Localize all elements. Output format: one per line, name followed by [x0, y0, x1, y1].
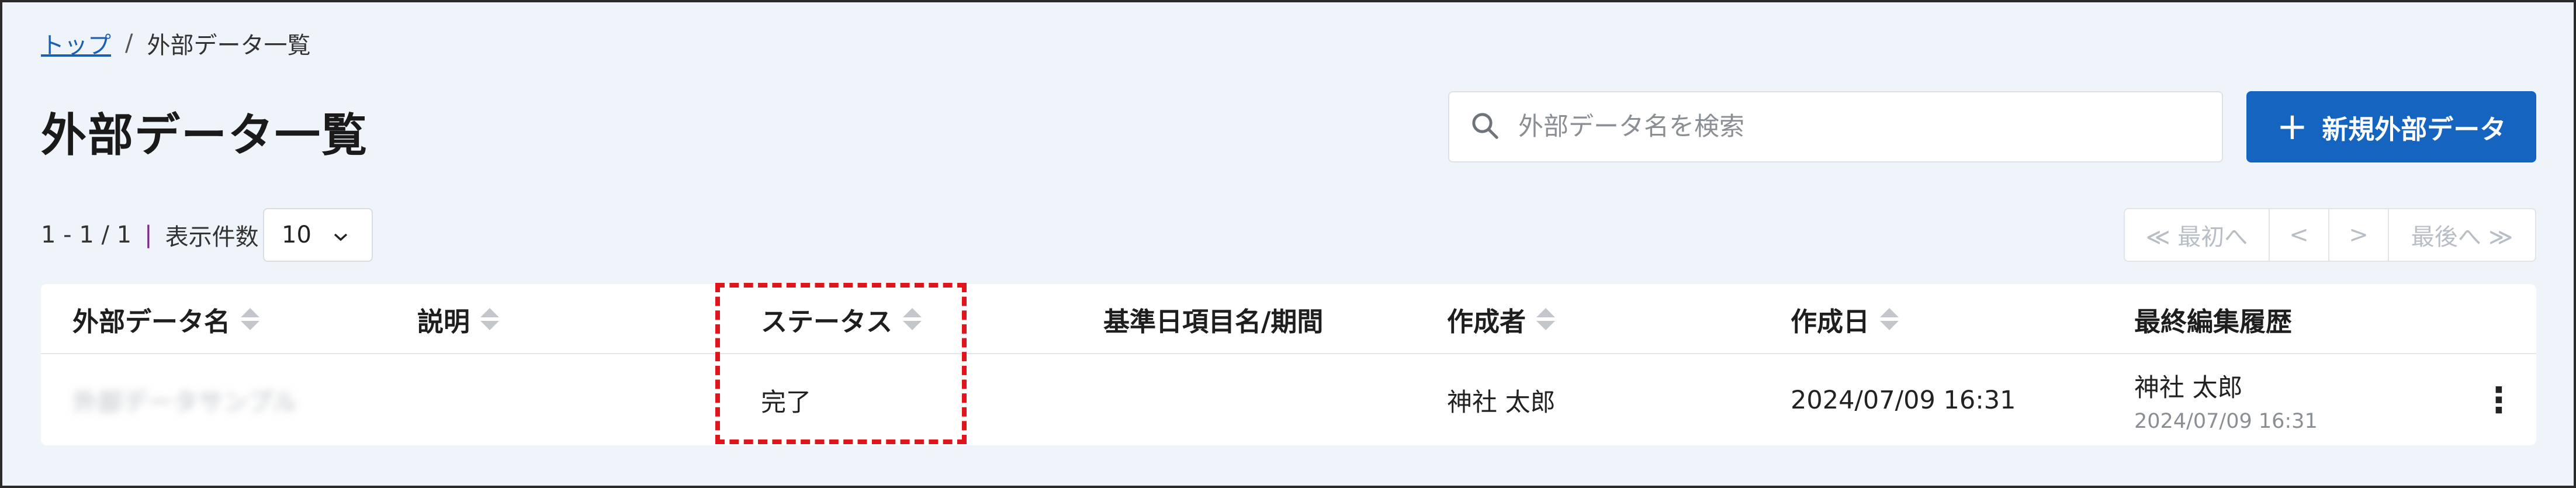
pagination: ≪ 最初へ < > 最後へ ≫: [2124, 208, 2536, 262]
page-size-select[interactable]: 10: [263, 208, 373, 262]
search-icon: [1469, 110, 1501, 144]
column-header-status[interactable]: ステータス: [761, 284, 922, 354]
external-data-table: 外部データ名 説明 ステータス 基準日項目名/期間 作成者 作成日 最終編集履歴…: [41, 284, 2536, 445]
sort-icon[interactable]: [480, 308, 500, 330]
table-row[interactable]: 外部データサンプル 完了 神社 太郎 2024/07/09 16:31 神社 太…: [41, 355, 2536, 445]
sort-icon[interactable]: [1880, 308, 1899, 330]
sort-icon[interactable]: [1536, 308, 1556, 330]
next-page-button[interactable]: >: [2329, 209, 2389, 261]
last-page-button[interactable]: 最後へ ≫: [2389, 209, 2535, 261]
cell-status: 完了: [761, 388, 811, 417]
page-size-label: 表示件数: [165, 224, 259, 251]
column-header-label: 説明: [417, 306, 470, 337]
last-edit-user: 神社 太郎: [2134, 373, 2243, 403]
column-header-created[interactable]: 作成日: [1791, 284, 1899, 354]
new-external-data-button[interactable]: + 新規外部データ: [2246, 91, 2536, 162]
column-header-label: 外部データ名: [72, 306, 231, 337]
prev-page-button[interactable]: <: [2270, 209, 2329, 261]
page-title: 外部データ一覧: [41, 109, 369, 162]
search-input[interactable]: [1518, 112, 2208, 141]
plus-icon: +: [2276, 105, 2308, 148]
column-header-label: 基準日項目名/期間: [1103, 306, 1324, 337]
cell-creator: 神社 太郎: [1447, 388, 1556, 417]
column-header-label: 作成日: [1791, 306, 1870, 337]
more-options-icon[interactable]: ⋮: [2481, 355, 2516, 445]
page-size-value: 10: [282, 221, 311, 248]
search-box[interactable]: [1448, 91, 2223, 162]
breadcrumb-home-link[interactable]: トップ: [41, 26, 111, 60]
new-button-label: 新規外部データ: [2322, 113, 2506, 145]
sort-icon[interactable]: [903, 308, 922, 330]
breadcrumb-current: 外部データ一覧: [147, 32, 311, 59]
column-header-label: 作成者: [1447, 306, 1526, 337]
column-header-last-edit: 最終編集履歴: [2134, 284, 2292, 354]
cell-created: 2024/07/09 16:31: [1791, 386, 2016, 415]
column-header-base-date: 基準日項目名/期間: [1103, 284, 1323, 354]
column-header-label: ステータス: [761, 306, 893, 337]
column-header-name[interactable]: 外部データ名: [72, 284, 260, 354]
chevron-down-icon: [333, 221, 348, 248]
sort-icon[interactable]: [241, 308, 260, 330]
table-header: 外部データ名 説明 ステータス 基準日項目名/期間 作成者 作成日 最終編集履歴: [41, 284, 2536, 354]
range-count: 1 - 1 / 1: [41, 221, 132, 248]
page-frame: トップ / 外部データ一覧 外部データ一覧 + 新規外部データ 1 - 1 / …: [0, 0, 2576, 488]
breadcrumb: トップ / 外部データ一覧: [41, 27, 310, 60]
column-header-description[interactable]: 説明: [417, 284, 500, 354]
column-header-creator[interactable]: 作成者: [1447, 284, 1556, 354]
cell-name[interactable]: 外部データサンプル: [72, 355, 298, 445]
result-range: 1 - 1 / 1 | 表示件数: [41, 219, 259, 251]
breadcrumb-separator: /: [125, 30, 133, 57]
last-edit-time: 2024/07/09 16:31: [2134, 410, 2318, 433]
column-header-label: 最終編集履歴: [2134, 306, 2293, 337]
range-divider: |: [144, 221, 153, 248]
first-page-button[interactable]: ≪ 最初へ: [2125, 209, 2270, 261]
cell-last-edit: 神社 太郎 2024/07/09 16:31: [2134, 355, 2318, 445]
